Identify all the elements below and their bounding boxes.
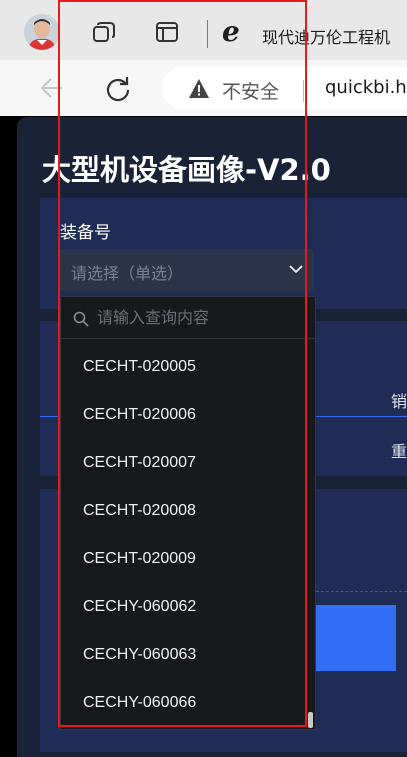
collections-icon[interactable] bbox=[91, 20, 117, 44]
reload-icon[interactable] bbox=[104, 74, 132, 102]
dropdown-search bbox=[61, 297, 315, 339]
option-item[interactable]: CECHT-020007 bbox=[61, 441, 315, 489]
option-label: CECHT-020005 bbox=[83, 358, 196, 375]
url-text[interactable]: quickbi.h bbox=[325, 77, 407, 98]
chevron-down-icon bbox=[288, 261, 304, 277]
option-label: CECHY-060066 bbox=[83, 694, 197, 711]
browser-tab-strip: e 现代迪万伦工程机 bbox=[0, 0, 407, 60]
chart-bar bbox=[316, 605, 396, 671]
option-item[interactable]: CECHT-020009 bbox=[61, 537, 315, 585]
option-label: CECHT-020009 bbox=[83, 550, 196, 567]
chart-gridline bbox=[316, 591, 407, 592]
warning-icon[interactable] bbox=[188, 78, 210, 100]
option-item[interactable]: CECHY-060062 bbox=[61, 585, 315, 633]
option-label: CECHT-020008 bbox=[83, 502, 196, 519]
search-icon bbox=[73, 311, 89, 327]
equipment-select[interactable]: 请选择（单选） bbox=[59, 249, 314, 291]
tab-divider bbox=[207, 20, 208, 48]
select-placeholder: 请选择（单选） bbox=[71, 264, 184, 283]
option-label: CECHT-020007 bbox=[83, 454, 196, 471]
back-arrow-icon[interactable] bbox=[38, 74, 66, 102]
equipment-number-label: 装备号 bbox=[60, 223, 111, 243]
option-label: CECHY-060062 bbox=[83, 598, 197, 615]
option-item[interactable]: CECHT-020005 bbox=[61, 345, 315, 393]
tab-title[interactable]: 现代迪万伦工程机 bbox=[262, 24, 390, 48]
security-status[interactable]: 不安全 bbox=[222, 77, 279, 104]
option-item[interactable]: CECHT-020006 bbox=[61, 393, 315, 441]
option-item[interactable]: CECHY-060066 bbox=[61, 681, 315, 729]
option-label: CECHY-060063 bbox=[83, 646, 197, 663]
profile-avatar[interactable] bbox=[24, 14, 60, 50]
url-divider bbox=[303, 80, 304, 102]
search-input[interactable] bbox=[97, 305, 297, 329]
page-title: 大型机设备画像-V2.0 bbox=[42, 153, 331, 187]
option-item[interactable]: CECHY-060063 bbox=[61, 633, 315, 681]
equipment-dropdown: CECHT-020005 CECHT-020006 CECHT-020007 C… bbox=[60, 296, 316, 730]
option-label: CECHT-020006 bbox=[83, 406, 196, 423]
ie-mode-icon: e bbox=[222, 15, 240, 48]
dropdown-scrollbar[interactable] bbox=[308, 712, 313, 728]
tab-actions-icon[interactable] bbox=[154, 20, 180, 44]
partial-label-weight: 重 bbox=[391, 442, 407, 461]
option-item[interactable]: CECHT-020008 bbox=[61, 489, 315, 537]
partial-label-sales: 销 bbox=[391, 392, 407, 411]
